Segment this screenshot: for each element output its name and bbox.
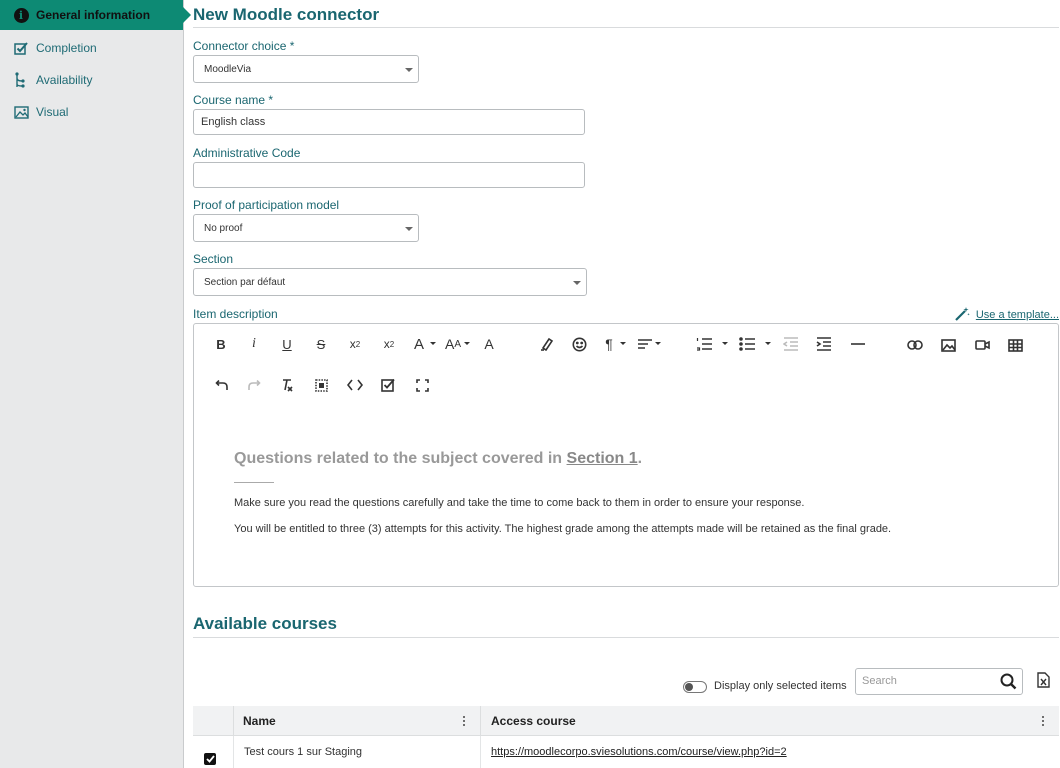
editor-content[interactable]: Questions related to the subject covered… (234, 450, 1034, 535)
editor-paragraph: Make sure you read the questions careful… (234, 497, 805, 509)
fullscreen-icon[interactable] (411, 375, 433, 395)
chevron-down-icon (430, 342, 436, 345)
display-selected-toggle[interactable] (683, 681, 707, 693)
subscript-icon[interactable]: x2 (344, 334, 366, 354)
sidebar-item-label: Completion (36, 41, 97, 55)
code-view-icon[interactable] (344, 375, 366, 395)
toggle-knob (685, 683, 693, 691)
align-icon[interactable] (634, 334, 656, 354)
select-all-icon[interactable] (310, 375, 332, 395)
export-excel-icon[interactable] (1037, 672, 1050, 691)
course-name-value: English class (201, 116, 266, 128)
text-case-icon[interactable]: AA (442, 334, 464, 354)
item-description-label: Item description (193, 307, 278, 321)
search-input[interactable] (862, 669, 992, 693)
available-courses-title: Available courses (193, 614, 337, 633)
chevron-down-icon (573, 281, 581, 285)
clear-formatting-icon[interactable] (276, 375, 298, 395)
rich-text-editor[interactable]: B i U S x2 x2 A AA A ¶ Questions related… (193, 323, 1059, 587)
superscript-icon[interactable]: x2 (378, 334, 400, 354)
sidebar-item-label: Availability (36, 73, 93, 87)
divider (193, 27, 1059, 28)
link-icon[interactable] (904, 335, 926, 355)
underline-icon[interactable]: U (276, 334, 298, 354)
sidebar-item-general-information[interactable]: i General information (0, 0, 191, 30)
section-1-link[interactable]: Section 1 (567, 450, 638, 467)
access-course-cell: https://moodlecorpo.sviesolutions.com/co… (481, 736, 787, 768)
course-url-link[interactable]: https://moodlecorpo.sviesolutions.com/co… (491, 746, 787, 758)
chevron-down-icon (405, 227, 413, 231)
undo-icon[interactable] (210, 375, 232, 395)
administrative-code-label: Administrative Code (193, 146, 301, 160)
connector-choice-value: MoodleVia (204, 63, 252, 75)
table-row[interactable]: Test cours 1 sur Staging https://moodlec… (193, 736, 1059, 768)
editor-heading-text: Questions related to the subject covered… (234, 450, 567, 467)
section-select[interactable]: Section par défaut (193, 268, 587, 296)
outdent-icon[interactable] (780, 334, 802, 354)
ordered-list-icon[interactable] (693, 334, 715, 354)
row-checkbox[interactable] (204, 753, 216, 765)
column-menu-icon[interactable] (1042, 716, 1045, 728)
sidebar-item-availability[interactable]: Availability (0, 64, 183, 96)
chevron-down-icon (655, 342, 661, 345)
checkbox-icon[interactable] (377, 375, 399, 395)
highlighter-icon[interactable] (536, 334, 558, 354)
proof-of-participation-label: Proof of participation model (193, 198, 340, 212)
column-menu-icon[interactable] (463, 716, 466, 728)
sidebar-item-label: Visual (36, 105, 69, 119)
course-name-label: Course name * (193, 93, 274, 107)
editor-paragraph: You will be entitled to three (3) attemp… (234, 523, 892, 535)
administrative-code-input[interactable] (193, 162, 585, 188)
section-value: Section par défaut (204, 276, 286, 288)
search-box (855, 668, 1023, 695)
proof-of-participation-select[interactable]: No proof (193, 214, 419, 242)
redo-icon[interactable] (244, 375, 266, 395)
magic-wand-icon (955, 306, 970, 324)
emoji-icon[interactable] (568, 334, 590, 354)
image-icon[interactable] (937, 335, 959, 355)
editor-heading: Questions related to the subject covered… (234, 450, 1034, 468)
course-name-cell: Test cours 1 sur Staging (244, 746, 363, 758)
unordered-list-icon[interactable] (736, 334, 758, 354)
table-icon[interactable] (1004, 335, 1026, 355)
image-icon (13, 104, 29, 120)
sidebar-item-completion[interactable]: Completion (0, 32, 183, 64)
chevron-down-icon (620, 342, 626, 345)
divider (193, 637, 1059, 638)
page-title: New Moodle connector (193, 5, 380, 24)
paragraph-icon[interactable]: ¶ (598, 334, 620, 354)
column-header-name[interactable]: Name (233, 706, 276, 736)
bold-icon[interactable]: B (210, 334, 232, 354)
use-template-link[interactable]: Use a template... (955, 306, 1059, 324)
connector-choice-label: Connector choice * (193, 39, 295, 53)
video-icon[interactable] (971, 335, 993, 355)
sidebar-item-label: General information (36, 8, 151, 22)
strikethrough-icon[interactable]: S (310, 334, 332, 354)
table-header: Name Access course (193, 706, 1059, 736)
connector-choice-select[interactable]: MoodleVia (193, 55, 419, 83)
use-template-label: Use a template... (975, 309, 1059, 321)
divider (234, 482, 274, 483)
editor-heading-suffix: . (637, 450, 643, 467)
chevron-down-icon (464, 342, 470, 345)
font-size-icon[interactable]: A (408, 334, 430, 354)
indent-icon[interactable] (813, 334, 835, 354)
course-name-input[interactable]: English class (193, 109, 585, 135)
sidebar-item-visual[interactable]: Visual (0, 96, 183, 128)
search-icon[interactable] (1000, 673, 1017, 693)
display-selected-label: Display only selected items (714, 680, 847, 692)
column-header-access-course[interactable]: Access course (481, 706, 576, 736)
section-label: Section (193, 252, 234, 266)
info-icon: i (13, 7, 29, 23)
checkbox-icon (13, 40, 29, 56)
text-color-icon[interactable]: A (478, 334, 500, 354)
horizontal-rule-icon[interactable] (847, 334, 869, 354)
branch-icon (13, 72, 29, 88)
chevron-down-icon (722, 342, 728, 345)
proof-of-participation-value: No proof (204, 222, 243, 234)
italic-icon[interactable]: i (243, 334, 265, 354)
chevron-down-icon (405, 68, 413, 72)
sidebar: i General information Completion Availab… (0, 0, 191, 768)
chevron-down-icon (765, 342, 771, 345)
